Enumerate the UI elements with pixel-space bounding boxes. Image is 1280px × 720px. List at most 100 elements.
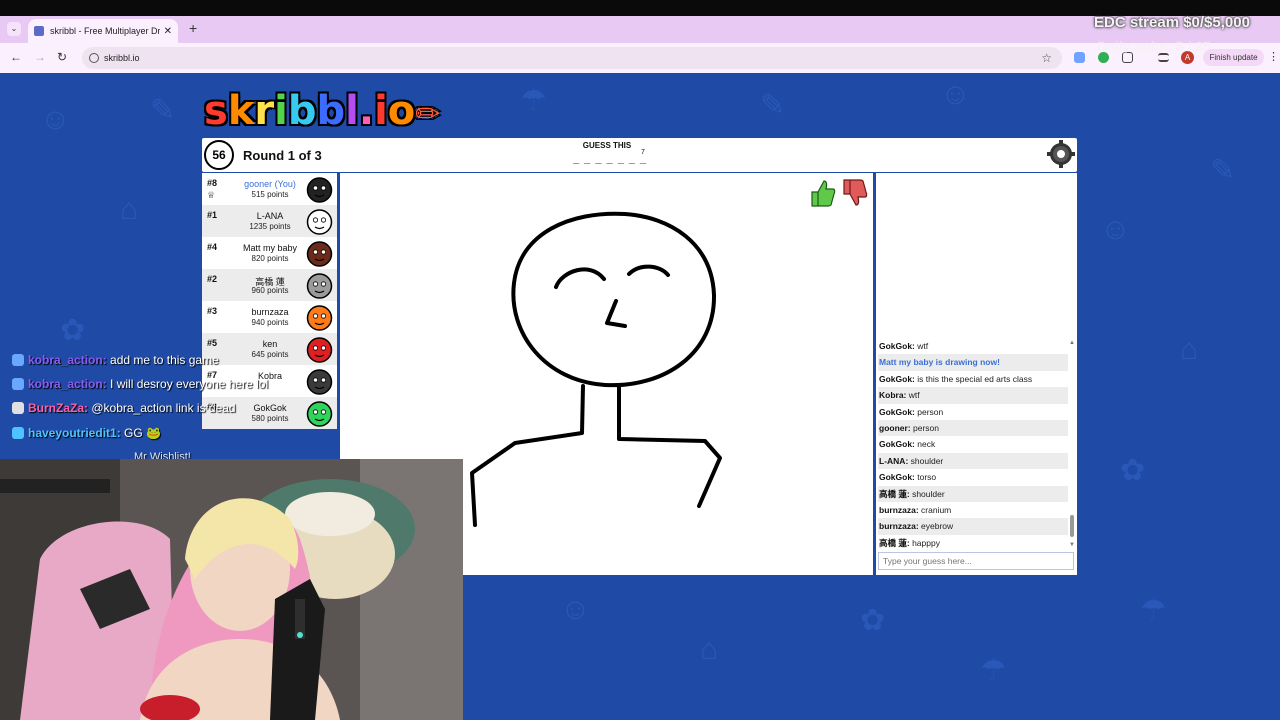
chat-text: torso [917, 472, 937, 483]
chat-username: GokGok: [879, 341, 918, 351]
tab-skribbl[interactable]: skribbl - Free Multiplayer Draw ✕ [28, 19, 178, 43]
chat-text: neck [917, 439, 936, 450]
back-icon[interactable]: ← [10, 50, 22, 64]
chat-text: person [917, 406, 944, 417]
stream-chat-message: kobra_action: add me to this game [12, 353, 219, 367]
doodle-icon: ✎ [760, 89, 786, 122]
doodle-icon: ☺ [1100, 213, 1131, 246]
thumbs-up-icon[interactable] [808, 178, 836, 208]
doodle-icon: ⌂ [700, 633, 719, 666]
word-length: 7 [641, 149, 645, 156]
chat-username: burnzaza: [879, 504, 922, 515]
scroll-down-icon[interactable]: ▼ [1069, 542, 1075, 548]
logo-letter: i [374, 88, 388, 134]
skribbl-logo[interactable]: skribbl.io✏ [204, 88, 440, 134]
stream-chat-text: I will desroy everyone here lol [110, 377, 269, 391]
close-tab-icon[interactable]: ✕ [164, 26, 172, 37]
doodle-icon: ✿ [60, 314, 86, 347]
chat-text: is this the special ed arts class [917, 373, 1033, 384]
address-bar[interactable]: skribbl.io ☆ [82, 47, 1062, 69]
doodle-icon: ☺ [940, 78, 971, 111]
logo-letter: r [254, 88, 275, 134]
player-row[interactable]: #5 ken 645 points [202, 333, 337, 365]
chat-badge-icon [12, 354, 24, 366]
finish-update-button[interactable]: Finish update [1203, 49, 1264, 66]
logo-letter: l [345, 88, 359, 134]
player-row[interactable]: #4 Matt my baby 820 points [202, 237, 337, 269]
chat-text: shoulder [912, 488, 945, 499]
chat-message: burnzaza: cranium [878, 502, 1068, 518]
bookmark-star-icon[interactable]: ☆ [1041, 47, 1052, 69]
site-info-icon[interactable] [89, 53, 99, 63]
player-avatar [306, 369, 333, 395]
player-row[interactable]: #3 burnzaza 940 points [202, 301, 337, 333]
stream-chat-user: BurnZaZa: [28, 401, 88, 415]
stream-chat-text: add me to this game [110, 353, 219, 367]
doodle-icon: ☂ [980, 654, 1007, 687]
chat-badge-icon [12, 402, 24, 414]
chat-username: GokGok: [879, 472, 918, 483]
reload-icon[interactable]: ↻ [57, 50, 67, 64]
chat-badge-icon [12, 378, 24, 390]
doodle-icon: ☂ [1140, 594, 1167, 627]
chat-log[interactable]: GokGok: wtf Matt my baby is drawing now! G… [878, 338, 1068, 552]
player-row[interactable]: #2 高橋 蓮 960 points [202, 269, 337, 301]
doodle-icon: ✿ [860, 604, 886, 637]
player-avatar [306, 305, 333, 331]
player-name: GokGok [253, 403, 287, 413]
chat-message: gooner: person [878, 419, 1068, 437]
player-row[interactable]: #1 L-ANA 1235 points [202, 205, 337, 237]
webcam-image [0, 459, 463, 720]
daily-subs: Daily subs: 5 / 25 [1097, 38, 1211, 54]
player-rank: #3 [207, 306, 218, 316]
extension-cloud-icon[interactable] [1074, 52, 1085, 63]
scroll-thumb[interactable] [1070, 515, 1074, 537]
player-points: 820 points [251, 254, 289, 263]
chat-username: GokGok: [879, 373, 918, 384]
chat-text: wtf [908, 390, 920, 401]
scroll-up-icon[interactable]: ▲ [1069, 340, 1075, 346]
logo-letter: . [358, 88, 375, 134]
chat-username: GokGok: [879, 406, 918, 417]
chat-message: GokGok: is this the special ed arts clas… [878, 371, 1068, 387]
chat-username: 高橋 蓮: [879, 488, 913, 499]
player-avatar [306, 337, 333, 363]
doodle-icon: ✎ [1210, 154, 1236, 187]
forward-icon[interactable]: → [34, 50, 46, 64]
player-points: 940 points [251, 318, 289, 327]
guess-input[interactable] [878, 552, 1074, 570]
chat-message: burnzaza: eyebrow [878, 518, 1068, 535]
chat-text: shoulder [910, 455, 944, 466]
logo-letter: o [387, 88, 416, 134]
doodle-icon: ✿ [1120, 454, 1146, 487]
tab-search-icon[interactable]: ⌄ [7, 22, 21, 36]
screen: ⌄ skribbl - Free Multiplayer Draw ✕ + ← … [0, 0, 1280, 720]
chat-username: burnzaza: [879, 521, 922, 532]
settings-gear-icon[interactable] [1047, 140, 1075, 168]
top-bar [0, 0, 1280, 16]
new-tab-button[interactable]: + [189, 20, 197, 36]
browser-menu-icon[interactable]: ⋮ [1268, 50, 1279, 63]
crown-icon: ♕ [207, 190, 216, 200]
doodle-icon: ☺ [560, 593, 591, 626]
chat-text: person [913, 422, 939, 433]
chat-scrollbar[interactable]: ▲ ▼ [1069, 340, 1075, 550]
logo-letter: b [316, 88, 346, 134]
chat-message: Kobra: wtf [878, 387, 1068, 404]
player-name: L-ANA [256, 211, 284, 221]
word-hint: _ _ _ _ _ _ _ [573, 153, 648, 165]
chat-message: GokGok: torso [878, 469, 1068, 485]
timer-clock: 56 [204, 140, 234, 170]
player-row[interactable]: #8 gooner (You) 515 points [202, 173, 337, 205]
chat-message: GokGok: wtf [878, 338, 1068, 354]
stream-chat-user: kobra_action: [28, 377, 107, 391]
chat-system-message: Matt my baby is drawing now! [878, 354, 1068, 371]
chat-text: cranium [921, 504, 952, 515]
player-rank: #5 [207, 338, 218, 348]
chat-message: L-ANA: shoulder [878, 452, 1068, 470]
chat-message: GokGok: person [878, 404, 1068, 420]
chat-message: 高橋 蓮: shoulder [878, 485, 1068, 502]
thumbs-down-icon[interactable] [840, 178, 868, 208]
doodle-icon: ☂ [520, 84, 547, 117]
media-queue-icon[interactable] [1158, 53, 1169, 62]
